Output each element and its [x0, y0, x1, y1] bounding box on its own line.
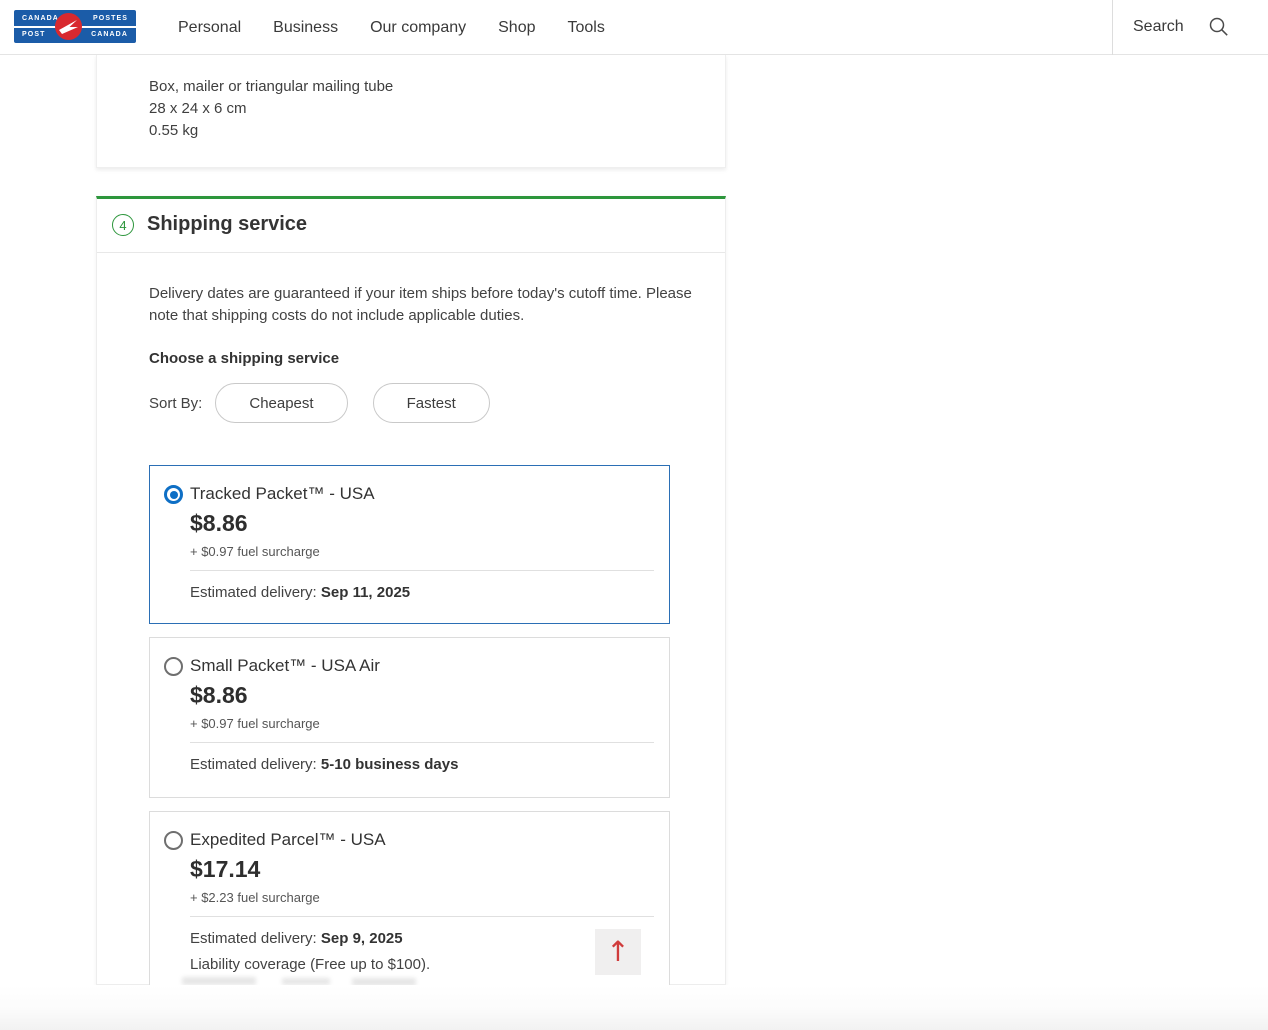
sort-cheapest-button[interactable]: Cheapest: [215, 383, 347, 423]
delivery-label: Estimated delivery:: [190, 930, 321, 947]
section-title: Shipping service: [147, 213, 307, 236]
delivery-label: Estimated delivery:: [190, 584, 321, 601]
card-divider: [190, 742, 654, 743]
service-price: $8.86: [190, 682, 248, 709]
ghost-text-artifact: [282, 978, 330, 985]
delivery-date: Sep 11, 2025: [321, 584, 410, 601]
fuel-surcharge: + $0.97 fuel surcharge: [190, 544, 320, 559]
nav-item-tools[interactable]: Tools: [568, 19, 605, 37]
service-price: $8.86: [190, 510, 248, 537]
sort-fastest-button[interactable]: Fastest: [373, 383, 490, 423]
up-arrow-icon: ↑: [606, 938, 629, 966]
top-navigation-bar: CANADA POST POSTES CANADA Personal Busin…: [0, 0, 1268, 55]
liability-coverage-note: Liability coverage (Free up to $100).: [190, 956, 430, 973]
logo-text-postes: POSTES: [93, 15, 128, 22]
sort-controls: Sort By: Cheapest Fastest: [149, 383, 515, 423]
radio-dot: [170, 491, 178, 499]
shipping-service-section: 4 Shipping service Delivery dates are gu…: [96, 196, 726, 985]
fuel-surcharge: + $0.97 fuel surcharge: [190, 716, 320, 731]
nav-item-our-company[interactable]: Our company: [370, 19, 466, 37]
footer-band: [0, 985, 1268, 1030]
radio-button-selected[interactable]: [164, 485, 183, 504]
sort-by-label: Sort By:: [149, 395, 202, 412]
service-name: Tracked Packet™ - USA: [190, 484, 375, 504]
logo-text-canada-fr: CANADA: [91, 31, 128, 38]
estimated-delivery: Estimated delivery: Sep 9, 2025: [190, 930, 403, 947]
step-number-badge: 4: [112, 214, 134, 236]
radio-button-unselected[interactable]: [164, 657, 183, 676]
service-option-expedited-parcel-usa[interactable]: Expedited Parcel™ - USA $17.14 + $2.23 f…: [149, 811, 670, 987]
choose-service-label: Choose a shipping service: [149, 350, 339, 367]
wing-emblem-icon: [55, 13, 82, 40]
page: CANADA POST POSTES CANADA Personal Busin…: [0, 0, 1268, 1030]
package-type: Box, mailer or triangular mailing tube: [149, 76, 393, 98]
estimated-delivery: Estimated delivery: Sep 11, 2025: [190, 584, 410, 601]
delivery-date: 5-10 business days: [321, 756, 459, 773]
service-price: $17.14: [190, 856, 260, 883]
service-name: Small Packet™ - USA Air: [190, 656, 380, 676]
delivery-guarantee-note: Delivery dates are guaranteed if your it…: [149, 283, 694, 326]
header-divider: [1112, 0, 1113, 55]
radio-button-unselected[interactable]: [164, 831, 183, 850]
nav-item-business[interactable]: Business: [273, 19, 338, 37]
search-link[interactable]: Search: [1133, 18, 1184, 36]
package-summary-text: Box, mailer or triangular mailing tube 2…: [149, 76, 393, 142]
shipping-service-header: 4 Shipping service: [97, 199, 725, 253]
package-dimensions: 28 x 24 x 6 cm: [149, 98, 393, 120]
back-to-top-button[interactable]: ↑: [595, 929, 641, 975]
delivery-date: Sep 9, 2025: [321, 930, 403, 947]
nav-item-shop[interactable]: Shop: [498, 19, 535, 37]
delivery-label: Estimated delivery:: [190, 756, 321, 773]
package-summary-card: Box, mailer or triangular mailing tube 2…: [96, 55, 726, 168]
service-option-tracked-packet-usa[interactable]: Tracked Packet™ - USA $8.86 + $0.97 fuel…: [149, 465, 670, 624]
card-divider: [190, 570, 654, 571]
nav-item-personal[interactable]: Personal: [178, 19, 241, 37]
ghost-text-artifact: [182, 977, 256, 985]
package-weight: 0.55 kg: [149, 120, 393, 142]
logo-text-post: POST: [22, 31, 45, 38]
service-option-small-packet-usa-air[interactable]: Small Packet™ - USA Air $8.86 + $0.97 fu…: [149, 637, 670, 798]
card-divider: [190, 916, 654, 917]
logo-text-canada: CANADA: [22, 15, 59, 22]
main-nav: Personal Business Our company Shop Tools: [178, 0, 605, 55]
service-name: Expedited Parcel™ - USA: [190, 830, 386, 850]
search-icon[interactable]: [1208, 16, 1230, 43]
fuel-surcharge: + $2.23 fuel surcharge: [190, 890, 320, 905]
canada-post-logo[interactable]: CANADA POST POSTES CANADA: [14, 10, 136, 43]
estimated-delivery: Estimated delivery: 5-10 business days: [190, 756, 458, 773]
